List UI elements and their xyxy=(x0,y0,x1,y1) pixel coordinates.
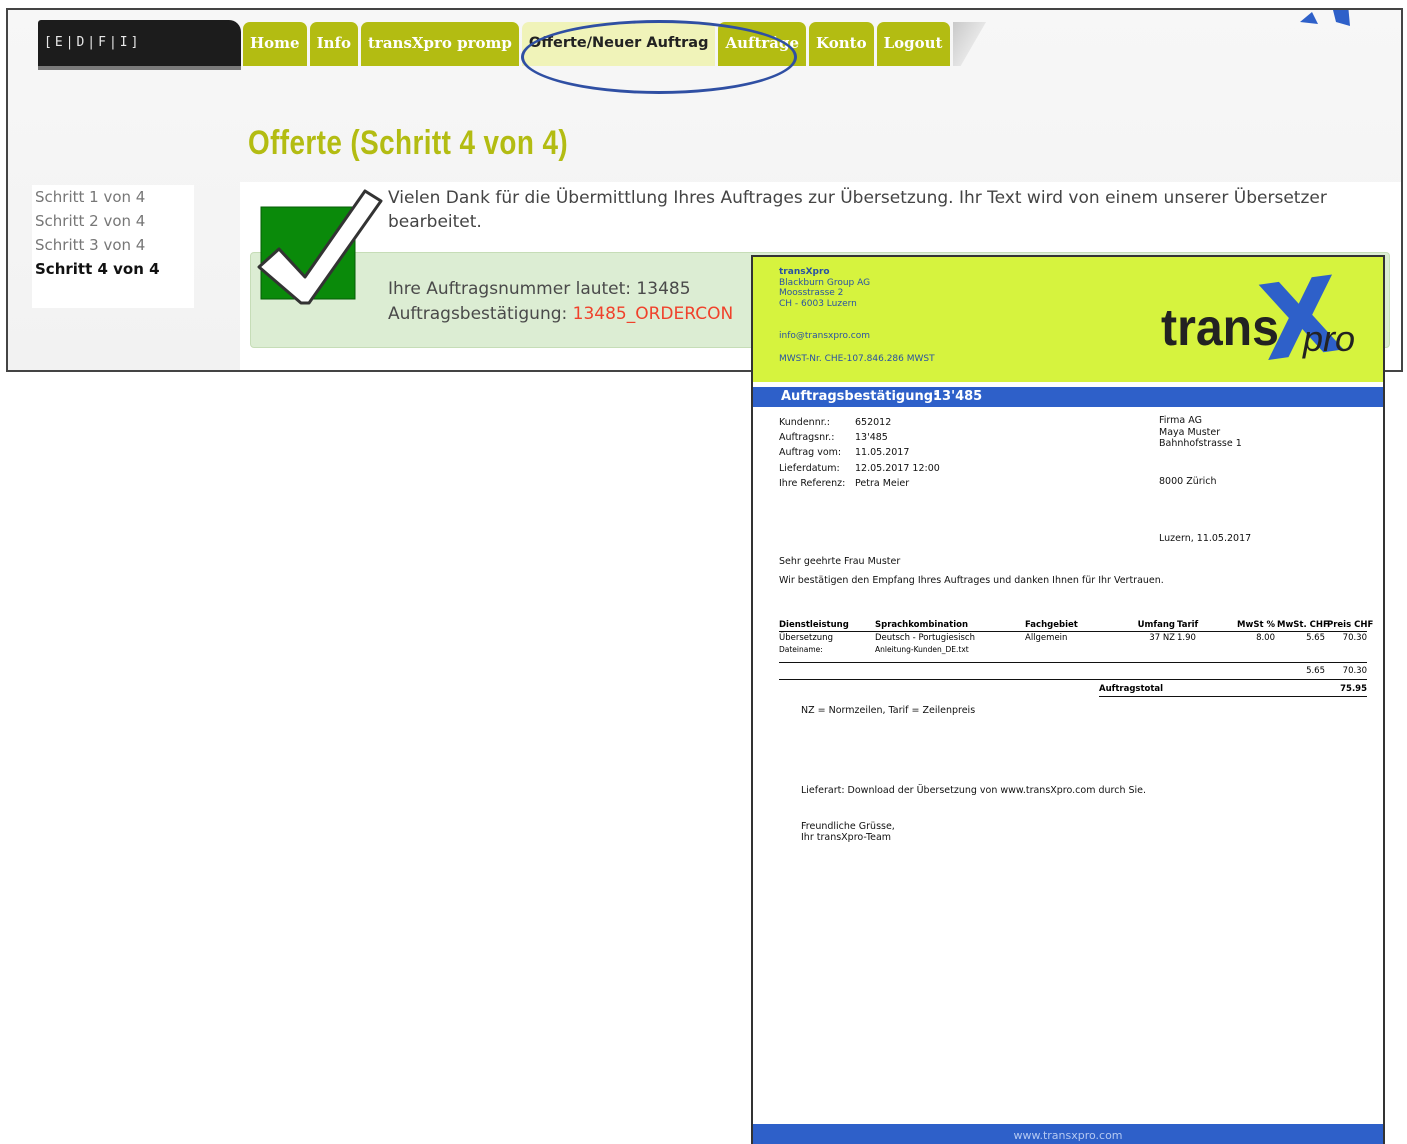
company-name: transXpro xyxy=(779,267,830,277)
closing-line: Freundliche Grüsse, xyxy=(801,821,895,832)
total-label: Auftragstotal xyxy=(1099,684,1164,694)
order-confirmation-link[interactable]: 13485_ORDERCON xyxy=(573,304,734,324)
checkmark-icon xyxy=(257,189,383,305)
closing: Freundliche Grüsse, Ihr transXpro-Team xyxy=(801,821,895,843)
order-confirmation-label: Auftragsbestätigung: xyxy=(388,304,568,324)
total-value: 75.95 xyxy=(1340,684,1367,694)
file-row: Dateiname: Anleitung-Kunden_DE.txt xyxy=(779,644,1367,656)
company-vat: MWST-Nr. CHE-107.846.286 MWST xyxy=(779,354,935,364)
subtotal-divider xyxy=(779,679,1367,680)
address-line: Maya Muster xyxy=(1159,426,1221,438)
thanks-line: Wir bestätigen den Empfang Ihres Auftrag… xyxy=(779,575,1164,586)
meta-row: Auftragsnr.: 13'485 xyxy=(779,430,940,445)
step-2[interactable]: Schritt 2 von 4 xyxy=(32,209,194,233)
subtotal-divider xyxy=(779,662,1367,663)
meta-key: Kundennr.: xyxy=(779,417,830,428)
company-email: info@transxpro.com xyxy=(779,331,870,341)
meta-value: 13'485 xyxy=(855,432,888,444)
subtotal-row: 5.65 70.30 xyxy=(779,665,1367,677)
meta-row: Auftrag vom: 11.05.2017 xyxy=(779,445,940,460)
meta-row: Ihre Referenz: Petra Meier xyxy=(779,476,940,491)
recipient-city: 8000 Zürich xyxy=(1159,476,1217,487)
tab-transxpro-prompt[interactable]: transXpro promp xyxy=(360,22,519,66)
file-label: Dateiname: xyxy=(779,645,823,654)
highlight-ellipse xyxy=(521,20,797,94)
document-footer: www.transxpro.com xyxy=(753,1124,1383,1144)
table-cell: Deutsch - Portugiesisch xyxy=(875,633,975,643)
subtotal-price: 70.30 xyxy=(1342,666,1367,676)
delivery-note: Lieferart: Download der Übersetzung von … xyxy=(801,785,1147,796)
order-total-row: Auftragstotal 75.95 xyxy=(1099,683,1367,695)
col-header: Preis CHF xyxy=(1327,620,1374,630)
meta-value: 12.05.2017 12:00 xyxy=(855,462,940,474)
step-1[interactable]: Schritt 1 von 4 xyxy=(32,185,194,209)
subtotal-vat: 5.65 xyxy=(1306,666,1325,676)
company-line: Blackburn Group AG xyxy=(779,277,871,288)
meta-key: Ihre Referenz: xyxy=(779,477,846,489)
table-header: Dienstleistung Sprachkombination Fachgeb… xyxy=(779,619,1374,632)
company-line: Moosstrasse 2 xyxy=(779,288,844,298)
order-confirmation-line: Auftragsbestätigung: 13485_ORDERCON xyxy=(388,304,733,324)
tab-konto[interactable]: Konto xyxy=(809,22,874,66)
meta-key: Auftragsnr.: xyxy=(779,432,835,444)
thanks-message: Vielen Dank für die Übermittlung Ihres A… xyxy=(388,188,1327,232)
closing-line: Ihr transXpro-Team xyxy=(801,832,892,843)
step-3[interactable]: Schritt 3 von 4 xyxy=(32,233,194,257)
meta-value: 652012 xyxy=(855,417,892,428)
col-header: Dienstleistung xyxy=(779,620,849,630)
col-header: Umfang xyxy=(1137,620,1175,630)
meta-row: Kundennr.: 652012 xyxy=(779,415,940,430)
meta-value: Petra Meier xyxy=(855,477,910,489)
tabs-shadow xyxy=(952,22,993,66)
col-header: Fachgebiet xyxy=(1025,620,1078,630)
table-cell: 70.30 xyxy=(1342,633,1367,643)
language-switch[interactable]: [E|D|F|I] xyxy=(38,20,241,70)
banner-order-number: 13'485 xyxy=(933,389,983,404)
meta-row: Lieferdatum: 12.05.2017 12:00 xyxy=(779,461,940,476)
subtotal-values: 5.65 70.30 xyxy=(779,665,1367,677)
banner-label: Auftragsbestätigung: xyxy=(781,389,939,404)
place-date: Luzern, 11.05.2017 xyxy=(1159,533,1252,544)
total-divider xyxy=(1099,696,1367,697)
table-cell: 37 NZ xyxy=(1149,633,1175,643)
legend-note: NZ = Normzeilen, Tarif = Zeilenpreis xyxy=(801,705,976,716)
tab-info[interactable]: Info xyxy=(309,22,358,66)
logo-fragment-icon xyxy=(1300,10,1350,26)
tab-home[interactable]: Home xyxy=(243,22,307,66)
transxpro-logo: X trans pro xyxy=(1161,261,1355,369)
col-header: Sprachkombination xyxy=(875,620,968,630)
page-title: Offerte (Schritt 4 von 4) xyxy=(248,124,569,162)
greeting: Sehr geehrte Frau Muster xyxy=(779,556,901,567)
logo-pro: pro xyxy=(1302,318,1355,359)
order-number-text: Ihre Auftragsnummer lautet: 13485 xyxy=(388,279,691,299)
col-header: MwSt. CHF xyxy=(1277,620,1329,630)
tab-logout[interactable]: Logout xyxy=(876,22,950,66)
col-header: Tarif xyxy=(1177,620,1199,630)
order-confirmation-document: transXpro Blackburn Group AG Moosstrasse… xyxy=(751,255,1385,1144)
meta-value: 11.05.2017 xyxy=(855,447,910,459)
table-cell: 8.00 xyxy=(1256,633,1275,643)
address-line: Firma AG xyxy=(1159,415,1202,426)
company-line: CH - 6003 Luzern xyxy=(779,298,857,309)
file-name: Anleitung-Kunden_DE.txt xyxy=(875,645,969,654)
col-header: MwSt % xyxy=(1237,620,1275,630)
logo-trans: trans xyxy=(1161,299,1279,357)
meta-key: Lieferdatum: xyxy=(779,462,840,474)
table-cell: 1.90 xyxy=(1177,633,1196,643)
recipient-address: Firma AG Maya Muster Bahnhofstrasse 1 xyxy=(1159,415,1242,450)
step-list: Schritt 1 von 4 Schritt 2 von 4 Schritt … xyxy=(32,185,194,308)
order-meta: Kundennr.: 652012 Auftragsnr.: 13'485 Auft… xyxy=(779,415,940,491)
order-table: Dienstleistung Sprachkombination Fachgeb… xyxy=(779,619,1374,656)
step-4-current: Schritt 4 von 4 xyxy=(35,260,160,278)
meta-key: Auftrag vom: xyxy=(779,447,842,459)
address-line: Bahnhofstrasse 1 xyxy=(1159,438,1242,449)
table-cell: Übersetzung xyxy=(779,633,833,643)
company-address: transXpro Blackburn Group AG Moosstrasse… xyxy=(779,267,870,309)
table-cell: 5.65 xyxy=(1306,633,1325,643)
table-row: Übersetzung Deutsch - Portugiesisch Allg… xyxy=(779,632,1367,644)
table-cell: Allgemein xyxy=(1025,633,1068,643)
